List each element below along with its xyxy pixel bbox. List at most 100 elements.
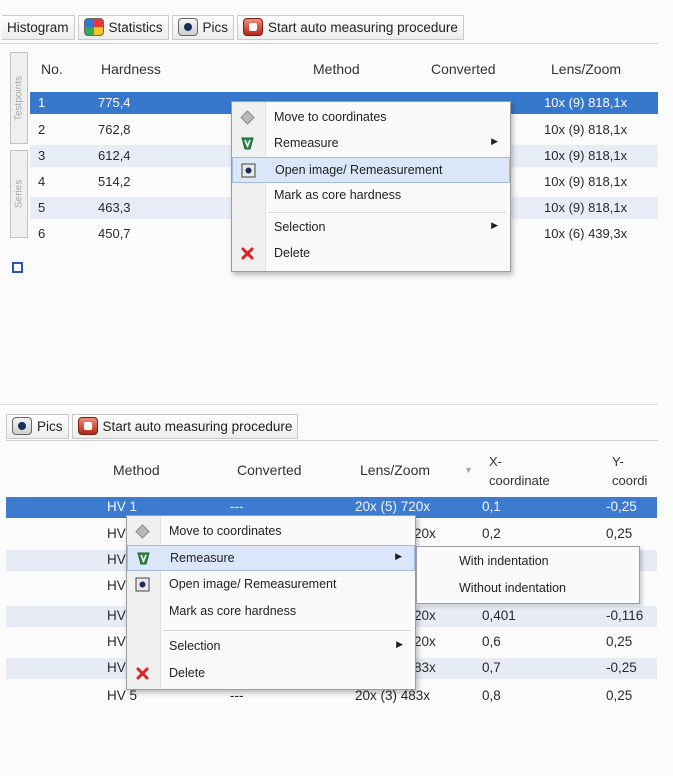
submenu-arrow-icon: ▶ — [396, 639, 403, 649]
panel-checkbox[interactable] — [12, 262, 23, 273]
col-header-x-coordinate[interactable]: X- — [489, 454, 502, 469]
tab-pics-label: Pics — [202, 19, 229, 35]
cell-method: HV — [107, 634, 126, 649]
cell-converted: --- — [230, 688, 244, 703]
menu-item-mark-core-hardness[interactable]: Mark as core hardness — [127, 599, 415, 625]
tab-pics[interactable]: Pics — [171, 14, 235, 40]
col-header-converted[interactable]: Converted — [237, 462, 302, 478]
menu-item-remeasure[interactable]: Remeasure ▶ — [232, 131, 510, 157]
cell-y: 0,25 — [606, 526, 633, 541]
remeasure-icon — [137, 552, 150, 565]
image-icon — [241, 163, 256, 178]
cell-y: -0,25 — [606, 660, 637, 675]
col-header-hardness[interactable]: Hardness — [101, 61, 161, 77]
camera-icon — [177, 18, 198, 36]
cell-lens: 20x (3) 483x — [355, 688, 431, 703]
cell-x: 0,8 — [482, 688, 501, 703]
cell-lens: 10x (9) 818,1x — [544, 174, 628, 189]
cell-x: 0,2 — [482, 526, 501, 541]
submenu-arrow-icon: ▶ — [395, 551, 402, 561]
menu-separator — [163, 630, 411, 631]
toolbar-divider — [0, 43, 658, 44]
submenu-item-without-indentation[interactable]: Without indentation — [417, 576, 639, 602]
crosshair-icon — [135, 524, 150, 539]
tab-statistics-label: Statistics — [108, 19, 163, 35]
start-auto-measuring-label: Start auto measuring procedure — [102, 418, 293, 434]
col-header-no[interactable]: No. — [41, 61, 63, 77]
cell-lens: 10x (6) 439,3x — [544, 226, 628, 241]
cell-lens: 20x (5) 720x — [355, 499, 431, 514]
tab-statistics[interactable]: Statistics — [77, 14, 169, 40]
cell-hardness: 762,8 — [98, 122, 131, 137]
auto-measure-icon — [77, 417, 98, 435]
submenu-arrow-icon: ▶ — [491, 220, 498, 230]
col-header-converted[interactable]: Converted — [431, 61, 496, 77]
crosshair-icon — [240, 110, 255, 125]
col-header-lens-zoom[interactable]: Lens/Zoom — [551, 61, 621, 77]
col-header-y-coordinate[interactable]: Y- — [612, 454, 624, 469]
cell-method: HV — [107, 608, 126, 623]
col-header-method[interactable]: Method — [113, 462, 160, 478]
cell-no: 5 — [38, 200, 46, 215]
menu-item-delete[interactable]: Delete — [127, 661, 415, 687]
cell-no: 1 — [38, 95, 46, 110]
cell-lens: 10x (9) 818,1x — [544, 200, 628, 215]
col-header-x-coordinate-line2: coordinate — [489, 473, 550, 488]
menu-item-mark-core-hardness[interactable]: Mark as core hardness — [232, 183, 510, 209]
cell-y: 0,25 — [606, 634, 633, 649]
menu-item-selection[interactable]: Selection ▶ — [127, 634, 415, 660]
cell-method: HV — [107, 526, 126, 541]
menu-item-remeasure[interactable]: Remeasure ▶ — [127, 545, 415, 571]
cell-x: 0,401 — [482, 608, 516, 623]
menu-item-move-to-coordinates[interactable]: Move to coordinates — [232, 105, 510, 131]
menu-item-open-image[interactable]: Open image/ Remeasurement — [232, 157, 510, 183]
cell-lens: 10x (9) 818,1x — [544, 95, 628, 110]
side-tab-testpoints[interactable]: Testpoints — [10, 52, 28, 144]
start-auto-measuring-button[interactable]: Start auto measuring procedure — [71, 413, 299, 439]
remeasure-submenu: With indentation Without indentation — [416, 546, 640, 604]
remeasure-icon — [241, 137, 254, 150]
sort-descending-icon: ▼ — [464, 465, 473, 475]
cell-lens: 83x — [414, 660, 436, 675]
bottom-toolbar: Pics Start auto measuring procedure — [6, 410, 299, 442]
side-tab-series[interactable]: Series — [10, 150, 28, 238]
col-header-method[interactable]: Method — [313, 61, 360, 77]
cell-no: 3 — [38, 148, 46, 163]
start-auto-measuring-label: Start auto measuring procedure — [268, 19, 458, 35]
delete-icon — [241, 247, 254, 260]
cell-y: -0,116 — [606, 608, 644, 623]
menu-separator — [268, 212, 506, 213]
tab-pics[interactable]: Pics — [6, 413, 69, 439]
menu-item-selection[interactable]: Selection ▶ — [232, 215, 510, 241]
cell-no: 2 — [38, 122, 46, 137]
panel-divider — [0, 404, 658, 405]
menu-item-open-image[interactable]: Open image/ Remeasurement — [127, 572, 415, 598]
cell-method: HV 5 — [107, 688, 138, 703]
cell-x: 0,1 — [482, 499, 501, 514]
cell-no: 4 — [38, 174, 46, 189]
delete-icon — [136, 667, 149, 680]
auto-measure-icon — [243, 18, 264, 36]
submenu-item-with-indentation[interactable]: With indentation — [417, 549, 639, 575]
tab-histogram-label: Histogram — [7, 19, 69, 35]
context-menu: Move to coordinates Remeasure ▶ Open ima… — [126, 515, 416, 690]
top-toolbar: Histogram Statistics Pics Start auto mea… — [2, 11, 464, 43]
menu-item-delete[interactable]: Delete — [232, 241, 510, 267]
cell-lens: 10x (9) 818,1x — [544, 148, 628, 163]
cell-y: 0,25 — [606, 688, 633, 703]
image-icon — [135, 577, 150, 592]
cell-no: 6 — [38, 226, 46, 241]
cell-lens: 20x — [414, 608, 436, 623]
col-header-y-coordinate-line2: coordi — [612, 473, 648, 488]
cell-method: HV 1 — [107, 499, 138, 514]
camera-icon — [12, 417, 32, 435]
menu-item-move-to-coordinates[interactable]: Move to coordinates — [127, 519, 415, 545]
cell-method: HV — [107, 660, 126, 675]
toolbar-divider — [6, 440, 658, 441]
start-auto-measuring-button[interactable]: Start auto measuring procedure — [237, 14, 464, 40]
tab-histogram[interactable]: Histogram — [2, 14, 75, 40]
cell-method: HV — [107, 552, 126, 567]
col-header-lens-zoom[interactable]: Lens/Zoom — [360, 462, 430, 478]
submenu-arrow-icon: ▶ — [491, 136, 498, 146]
cell-y: -0,25 — [606, 499, 637, 514]
